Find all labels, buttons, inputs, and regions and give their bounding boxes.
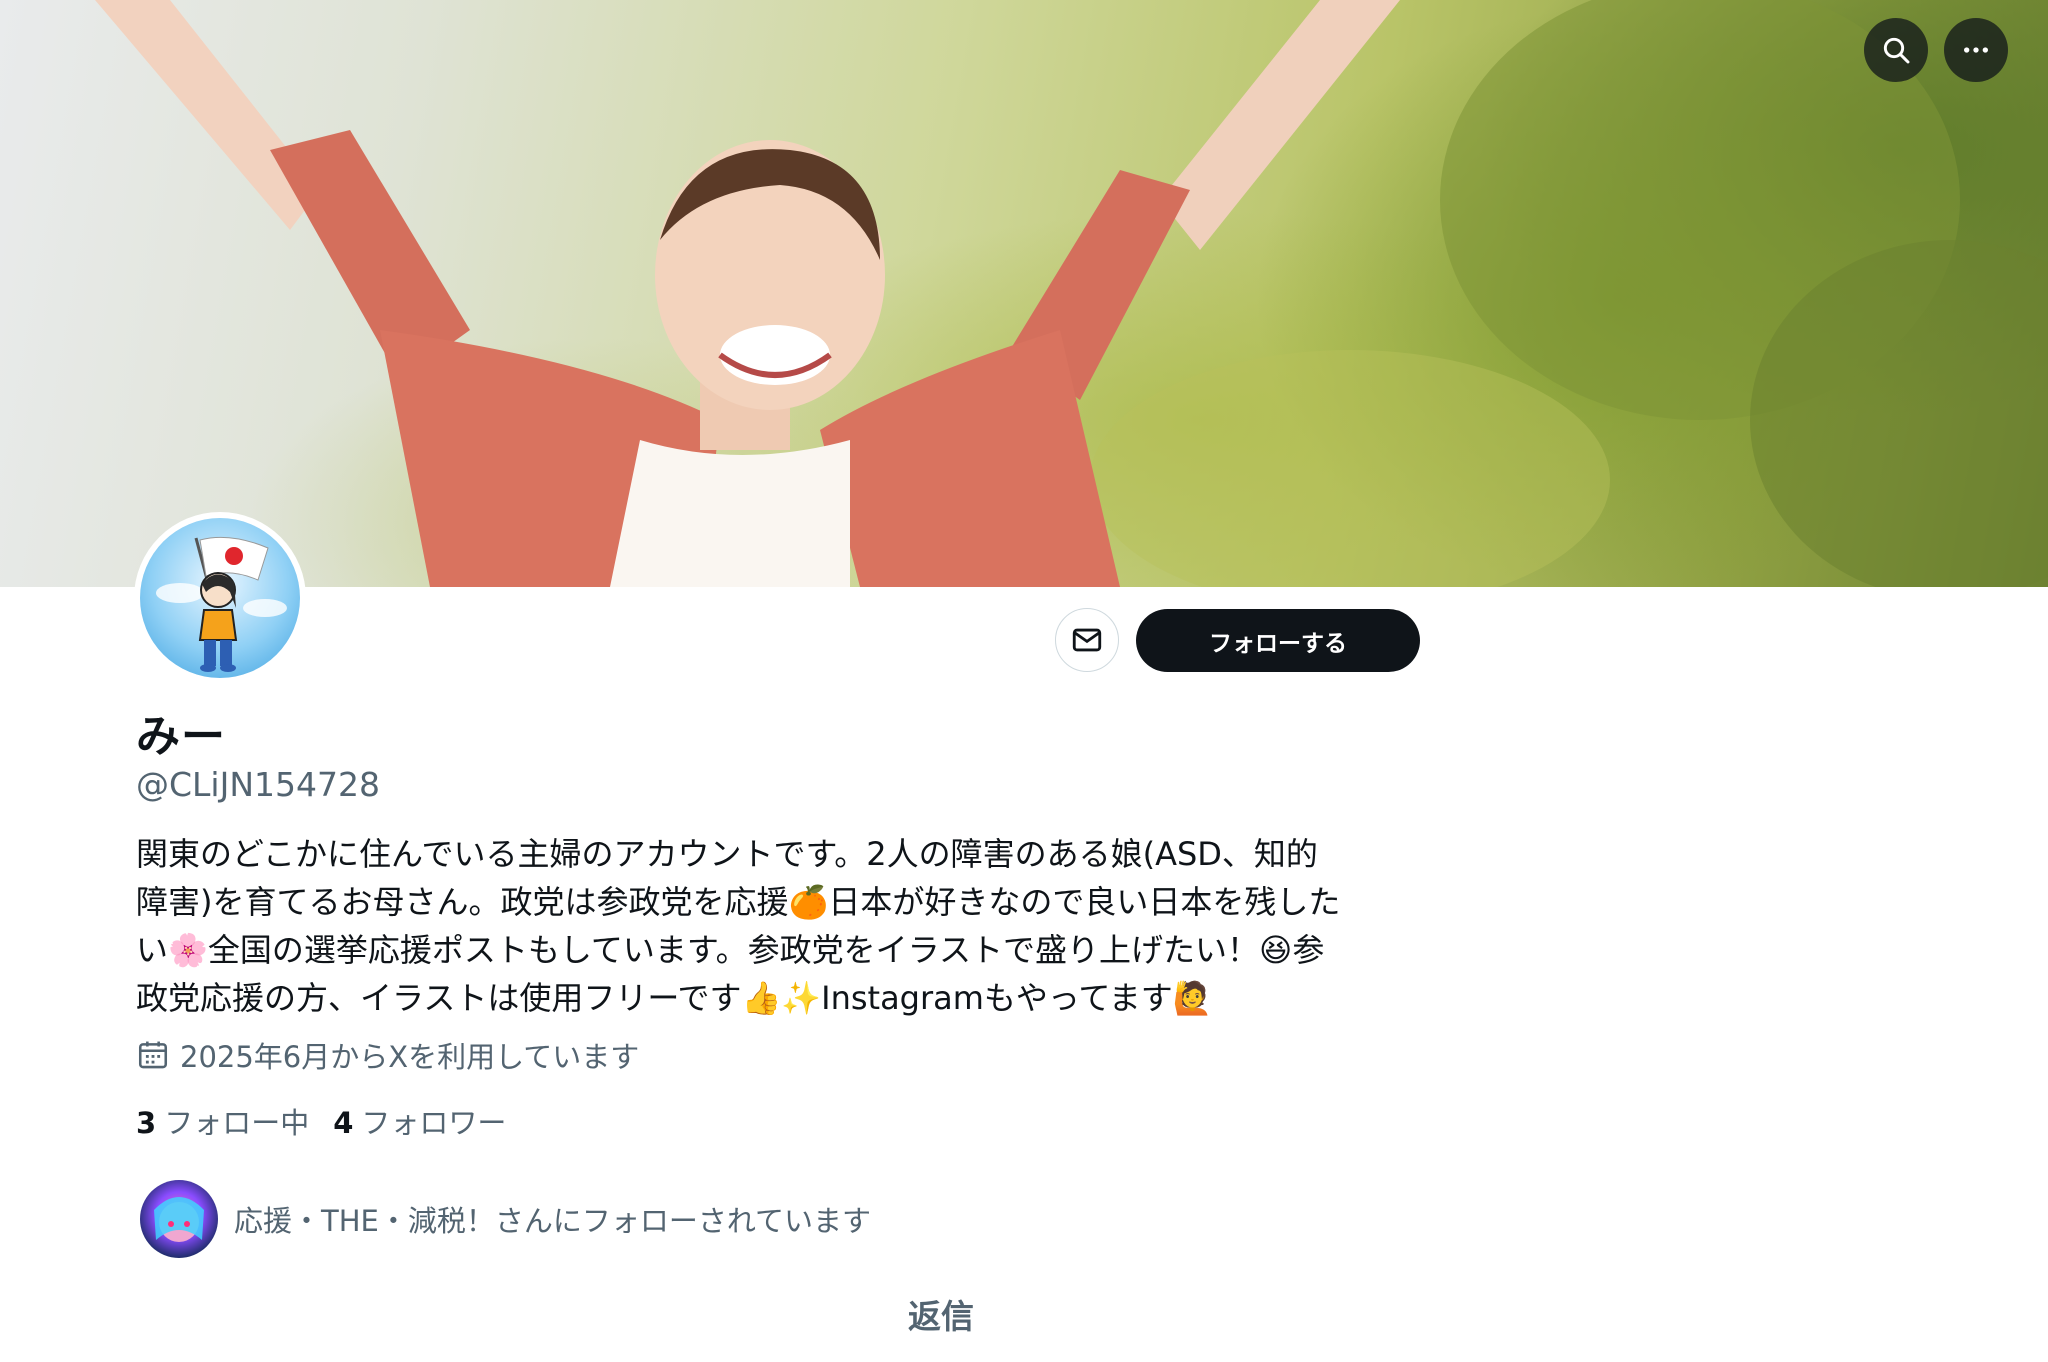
avatar[interactable] [134,512,306,684]
following-label: フォロー中 [164,1106,310,1140]
display-name: みー [136,711,226,762]
follow-stats: 3 フォロー中 4 フォロワー [136,1100,506,1142]
following-count: 3 [136,1106,157,1140]
search-icon [1883,37,1910,64]
following-link[interactable]: 3 フォロー中 [136,1100,309,1142]
calendar-icon [138,1041,168,1069]
join-date: 2025年6月からXを利用しています [136,1034,639,1076]
followed-by-row[interactable]: 応援・THE・減税！さんにフォローされています [140,1180,871,1258]
join-date-text: 2025年6月からXを利用しています [180,1040,640,1074]
avatar-image [140,518,300,678]
follow-button[interactable]: フォローする [1136,609,1420,672]
followers-link[interactable]: 4 フォロワー [333,1100,506,1142]
banner-photo [95,0,2048,587]
search-button[interactable] [1864,18,1928,82]
followed-by-text: 応援・THE・減税！さんにフォローされています [234,1204,871,1238]
follower-avatar [140,1180,218,1258]
mail-icon [1072,628,1102,652]
followers-label: フォロワー [361,1106,507,1140]
followers-count: 4 [333,1106,354,1140]
profile-page: フォローする みー @CLiJN154728 関東のどこかに住んでいる主婦のアカ… [0,0,2048,1362]
tab-replies[interactable]: 返信 [908,1290,974,1338]
more-button[interactable] [1944,18,2008,82]
profile-banner[interactable] [0,0,2048,587]
user-handle: @CLiJN154728 [136,765,380,804]
profile-bio: 関東のどこかに住んでいる主婦のアカウントです。2人の障害のある娘(ASD、知的 … [136,835,1341,1017]
message-button[interactable] [1055,608,1119,672]
avatar-illustration [156,536,287,672]
more-horizontal-icon [1964,47,1988,53]
follower-avatar-illustration [154,1197,204,1242]
